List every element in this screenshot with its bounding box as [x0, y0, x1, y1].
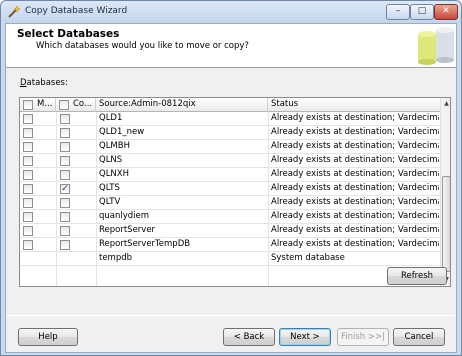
copy-checkbox[interactable]: [60, 198, 70, 208]
status-cell: Already exists at destination; Vardecima…: [271, 211, 439, 221]
table-row[interactable]: QLMBH Already exists at destination; Vard…: [20, 140, 440, 154]
database-name-cell: QLD1: [99, 113, 123, 123]
copy-checkbox[interactable]: ✓: [60, 184, 70, 194]
maximize-button[interactable]: □: [410, 4, 434, 20]
move-checkbox[interactable]: [23, 156, 33, 166]
move-checkbox[interactable]: [23, 240, 33, 250]
move-checkbox[interactable]: [23, 198, 33, 208]
move-checkbox[interactable]: [23, 184, 33, 194]
databases-grid[interactable]: M... Co... Source:Admin-0812qix Status Q…: [19, 97, 451, 287]
table-row[interactable]: QLD1 Already exists at destination; Varde…: [20, 112, 440, 126]
status-cell: Already exists at destination; Vardecima…: [271, 169, 439, 179]
database-name-cell: QLTV: [99, 197, 121, 207]
column-header-status[interactable]: Status: [268, 98, 440, 112]
move-checkbox[interactable]: [23, 128, 33, 138]
copy-checkbox[interactable]: [60, 156, 70, 166]
database-name-cell: QLD1_new: [99, 127, 145, 137]
table-row[interactable]: quanlydiem Already exists at destination;…: [20, 210, 440, 224]
scroll-up-arrow-icon[interactable]: ▲: [441, 98, 450, 110]
move-all-checkbox[interactable]: [23, 100, 33, 110]
move-checkbox[interactable]: [23, 142, 33, 152]
wizard-header: Select Databases Which databases would y…: [6, 24, 456, 68]
copy-checkbox[interactable]: [60, 170, 70, 180]
move-checkbox[interactable]: [23, 212, 33, 222]
page-title: Select Databases: [17, 28, 120, 40]
column-header-source[interactable]: Source:Admin-0812qix: [96, 98, 268, 112]
move-checkbox[interactable]: [23, 114, 33, 124]
copy-checkbox[interactable]: [60, 142, 70, 152]
window-title: Copy Database Wizard: [25, 6, 128, 16]
column-header-move[interactable]: M...: [20, 98, 56, 112]
vertical-scrollbar[interactable]: ▲ ▼: [440, 98, 450, 286]
databases-label: Databases:: [20, 78, 68, 88]
copy-checkbox[interactable]: [60, 128, 70, 138]
close-button[interactable]: ✕: [434, 4, 458, 20]
table-row[interactable]: ReportServerTempDB Already exists at dest…: [20, 238, 440, 252]
database-name-cell: ReportServerTempDB: [99, 239, 191, 249]
database-name-cell: tempdb: [99, 253, 133, 263]
back-button[interactable]: < Back: [223, 328, 275, 346]
status-cell: Already exists at destination; Vardecima…: [271, 197, 439, 207]
status-cell: Already exists at destination; Vardecima…: [271, 225, 439, 235]
cancel-button[interactable]: Cancel: [393, 328, 445, 346]
status-cell: Already exists at destination; Vardecima…: [271, 127, 439, 137]
scrollbar-thumb[interactable]: [442, 176, 450, 272]
database-banner-icon: [418, 27, 454, 65]
wizard-window: Copy Database Wizard – □ ✕ Select Databa…: [0, 0, 462, 356]
help-button[interactable]: Help: [18, 328, 78, 346]
wizard-app-icon: [8, 5, 21, 18]
grid-header: M... Co... Source:Admin-0812qix Status: [20, 98, 440, 112]
database-name-cell: QLMBH: [99, 141, 130, 151]
status-cell: Already exists at destination; Vardecima…: [271, 183, 439, 193]
copy-all-checkbox[interactable]: [59, 100, 69, 110]
move-checkbox[interactable]: [23, 170, 33, 180]
table-row[interactable]: ReportServer Already exists at destinatio…: [20, 224, 440, 238]
page-subtitle: Which databases would you like to move o…: [36, 41, 249, 51]
database-name-cell: QLNS: [99, 155, 123, 165]
copy-checkbox[interactable]: [60, 240, 70, 250]
next-button[interactable]: Next >: [279, 328, 331, 346]
copy-checkbox[interactable]: [60, 114, 70, 124]
footer-divider: [6, 315, 456, 316]
status-cell: Already exists at destination; Vardecima…: [271, 113, 439, 123]
status-cell: Already exists at destination; Vardecima…: [271, 239, 439, 249]
database-name-cell: quanlydiem: [99, 211, 150, 221]
database-name-cell: QLTS: [99, 183, 120, 193]
wizard-client-area: Select Databases Which databases would y…: [5, 23, 457, 353]
status-cell: Already exists at destination; Vardecima…: [271, 141, 439, 151]
copy-checkbox[interactable]: [60, 226, 70, 236]
copy-checkbox[interactable]: [60, 212, 70, 222]
database-name-cell: ReportServer: [99, 225, 156, 235]
table-row[interactable]: QLNXH Already exists at destination; Vard…: [20, 168, 440, 182]
title-bar[interactable]: Copy Database Wizard – □ ✕: [1, 1, 461, 23]
table-row[interactable]: tempdb System database: [20, 252, 440, 266]
finish-button[interactable]: Finish >>|: [337, 328, 389, 346]
database-name-cell: QLNXH: [99, 169, 129, 179]
status-cell: System database: [271, 253, 345, 263]
table-row[interactable]: ✓ QLTS Already exists at destination; Vard…: [20, 182, 440, 196]
move-checkbox[interactable]: [23, 226, 33, 236]
column-header-copy[interactable]: Co...: [56, 98, 96, 112]
minimize-button[interactable]: –: [386, 4, 410, 20]
refresh-button[interactable]: Refresh: [387, 267, 447, 285]
status-cell: Already exists at destination; Vardecima…: [271, 155, 439, 165]
table-row[interactable]: QLNS Already exists at destination; Varde…: [20, 154, 440, 168]
table-row[interactable]: QLD1_new Already exists at destination; V…: [20, 126, 440, 140]
table-row[interactable]: QLTV Already exists at destination; Varde…: [20, 196, 440, 210]
